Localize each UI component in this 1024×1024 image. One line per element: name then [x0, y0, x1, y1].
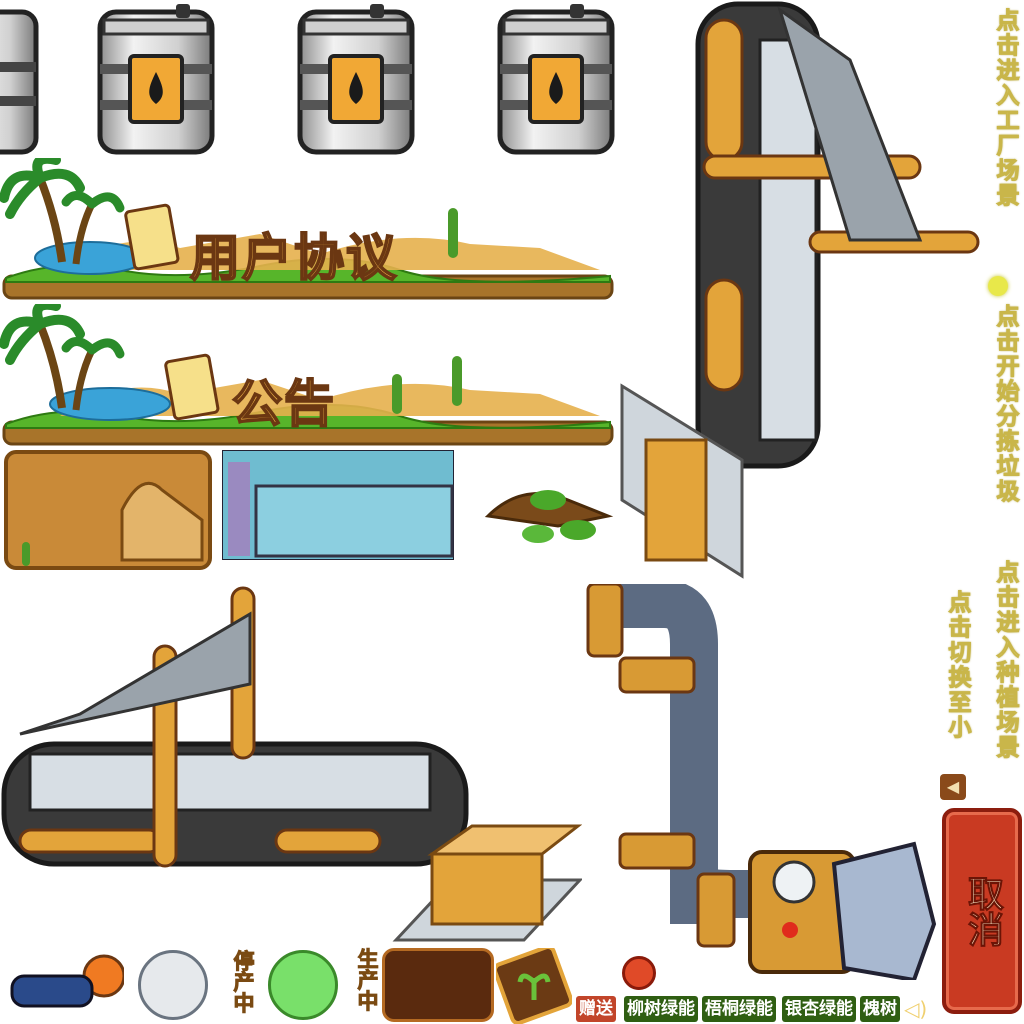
worker-icon	[10, 954, 124, 1008]
seedling-card-icon[interactable]	[496, 948, 572, 1024]
start-sorting-hint[interactable]: 点击开始分拣垃圾	[988, 304, 1022, 505]
sphinx-tile-icon	[4, 450, 212, 570]
agreement-banner-title[interactable]: 用户协议	[189, 218, 398, 290]
building-icon	[222, 450, 454, 560]
tree-button-wutong[interactable]: 梧桐绿能	[702, 996, 776, 1022]
speaker-icon[interactable]: ◁)	[904, 996, 936, 1022]
oil-barrel-icon	[497, 4, 615, 155]
indicator-dot-icon	[988, 276, 1008, 296]
bush-icon	[484, 490, 614, 543]
oil-barrel-icon	[0, 9, 39, 155]
cancel-button[interactable]: 取消	[942, 808, 1022, 1014]
cactus-icon	[452, 356, 462, 406]
oil-barrel-icon	[97, 4, 215, 155]
arrow-left-icon[interactable]: ◀	[940, 774, 966, 800]
tree-button-locust[interactable]: 槐树	[860, 996, 900, 1022]
scroll-icon	[164, 353, 220, 421]
oil-barrels-row	[0, 4, 615, 155]
producing-status-label: 生产中	[355, 948, 380, 1012]
cancel-button-label: 取消	[962, 875, 1004, 948]
cactus-icon	[392, 374, 402, 414]
notice-banner-title[interactable]: 公告	[231, 364, 336, 436]
cardboard-box-icon	[620, 383, 744, 579]
paused-status-label: 停产中	[231, 950, 256, 1014]
dark-slot-panel	[382, 948, 494, 1022]
scroll-icon	[124, 203, 180, 271]
pipe-machine-icon	[586, 584, 937, 980]
enter-plant-hint[interactable]: 点击进入种植场景	[988, 560, 1022, 761]
switch-small-hint[interactable]: 点击切换至小	[940, 590, 974, 741]
tree-button-ginkgo[interactable]: 银杏绿能	[782, 996, 856, 1022]
tree-button-willow[interactable]: 柳树绿能	[624, 996, 698, 1022]
oil-barrel-icon	[297, 4, 415, 155]
enter-factory-hint[interactable]: 点击进入工厂场景	[988, 8, 1022, 209]
gift-button[interactable]: 赠送	[576, 996, 616, 1022]
cactus-icon	[448, 208, 458, 258]
producing-status-icon	[268, 950, 338, 1020]
red-valve-icon[interactable]	[622, 956, 656, 990]
paused-status-icon	[138, 950, 208, 1020]
cardboard-box-icon	[392, 824, 582, 942]
